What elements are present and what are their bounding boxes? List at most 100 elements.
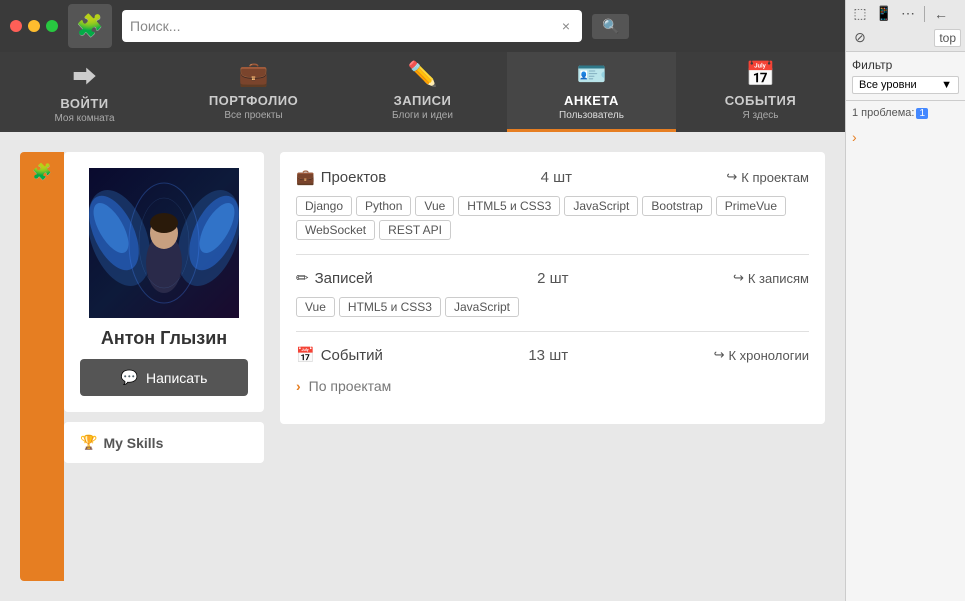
tag-restapi[interactable]: REST API — [379, 220, 451, 240]
devtools-icons: ⬚ 📱 ⋯ ← ⊘ top — [850, 4, 961, 48]
events-count: 13 шт — [528, 347, 568, 364]
skills-title: 🏆 My Skills — [80, 434, 248, 451]
devtools-filter-area: Фильтр Все уровни ▼ — [846, 52, 965, 101]
devtools-top-bar: ⬚ 📱 ⋯ ← ⊘ top — [846, 0, 965, 52]
puzzle-icon: 🧩 — [76, 13, 103, 39]
tag-javascript[interactable]: JavaScript — [564, 196, 638, 216]
devtools-mobile-icon[interactable]: 📱 — [874, 4, 894, 24]
left-panel: Антон Глызин 💬 Написать 🏆 My Skills — [64, 152, 264, 463]
devtools-stop-icon[interactable]: ⊘ — [850, 28, 870, 48]
projects-link-icon: ↪ — [726, 169, 737, 185]
records-icon: ✏️ — [408, 60, 438, 89]
tag-django[interactable]: Django — [296, 196, 352, 216]
write-btn-label: Написать — [146, 370, 207, 386]
tag-records-html5css3[interactable]: HTML5 и CSS3 — [339, 297, 441, 317]
search-bar: × — [122, 10, 582, 42]
content-area: 🧩 — [0, 132, 845, 601]
tab-profile[interactable]: 🪪 АНКЕТА Пользователь — [507, 52, 676, 132]
tab-login-sub: Моя комната — [54, 113, 114, 124]
records-link[interactable]: ↪ К записям — [733, 270, 809, 286]
problems-label: 1 проблема: 1 — [852, 107, 959, 119]
info-card: 💼 Проектов 4 шт ↪ К проектам Django Py — [280, 152, 825, 424]
problems-expand[interactable]: › — [846, 125, 965, 149]
projects-icon: 💼 — [296, 168, 315, 186]
records-count: 2 шт — [537, 270, 568, 287]
tab-profile-sub: Пользователь — [559, 110, 624, 121]
tab-records-title: ЗАПИСИ — [394, 93, 452, 108]
close-button[interactable] — [10, 20, 22, 32]
events-label: Событий — [321, 347, 383, 364]
tab-events[interactable]: 📅 СОБЫТИЯ Я здесь — [676, 52, 845, 132]
projects-section: 💼 Проектов 4 шт ↪ К проектам Django Py — [296, 168, 809, 255]
filter-dropdown[interactable]: Все уровни ▼ — [852, 76, 959, 94]
tab-portfolio[interactable]: 💼 ПОРТФОЛИО Все проекты — [169, 52, 338, 132]
records-link-text: К записям — [748, 271, 809, 286]
skills-label: My Skills — [103, 435, 163, 451]
projects-label: Проектов — [321, 169, 387, 186]
filter-arrow-icon: ▼ — [941, 79, 952, 91]
problems-chevron-icon: › — [852, 129, 857, 145]
projects-link-text: К проектам — [741, 170, 809, 185]
login-icon: ⮕ — [73, 57, 97, 92]
tab-records[interactable]: ✏️ ЗАПИСИ Блоги и идеи — [338, 52, 507, 132]
search-input[interactable] — [130, 18, 562, 34]
projects-title: 💼 Проектов — [296, 168, 386, 186]
tag-records-vue[interactable]: Vue — [296, 297, 335, 317]
chevron-right-icon: › — [296, 378, 301, 394]
minimize-button[interactable] — [28, 20, 40, 32]
devtools-back-icon[interactable]: ← — [931, 4, 951, 24]
tag-vue[interactable]: Vue — [415, 196, 454, 216]
trophy-icon: 🏆 — [80, 434, 97, 451]
write-button[interactable]: 💬 Написать — [80, 359, 248, 396]
maximize-button[interactable] — [46, 20, 58, 32]
tag-primevue[interactable]: PrimeVue — [716, 196, 786, 216]
events-expand[interactable]: › По проектам — [296, 374, 809, 394]
avatar — [89, 168, 239, 318]
records-section: ✏ Записей 2 шт ↪ К записям Vue HTML5 и — [296, 269, 809, 332]
search-button[interactable]: 🔍 — [592, 14, 629, 39]
events-link[interactable]: ↪ К хронологии — [714, 347, 809, 363]
projects-header: 💼 Проектов 4 шт ↪ К проектам — [296, 168, 809, 186]
tab-login[interactable]: ⮕ ВОЙТИ Моя комната — [0, 52, 169, 132]
problems-text: 1 проблема: — [852, 107, 914, 119]
tab-portfolio-title: ПОРТФОЛИО — [209, 93, 298, 108]
devtools-panel: ⬚ 📱 ⋯ ← ⊘ top Фильтр Все уровни ▼ 1 проб… — [845, 0, 965, 601]
nav-tabs: ⮕ ВОЙТИ Моя комната 💼 ПОРТФОЛИО Все прое… — [0, 52, 845, 132]
user-name: Антон Глызин — [101, 328, 227, 349]
projects-link[interactable]: ↪ К проектам — [726, 169, 809, 185]
events-section-icon: 📅 — [296, 346, 315, 364]
tab-events-title: СОБЫТИЯ — [725, 93, 796, 108]
search-icon: 🔍 — [602, 18, 619, 34]
side-icon-bar: 🧩 — [20, 152, 64, 581]
projects-tags: Django Python Vue HTML5 и CSS3 JavaScrip… — [296, 196, 809, 240]
search-clear-icon[interactable]: × — [562, 18, 570, 34]
events-link-text: К хронологии — [728, 348, 809, 363]
records-link-icon: ↪ — [733, 270, 744, 286]
tag-html5css3[interactable]: HTML5 и CSS3 — [458, 196, 560, 216]
events-icon: 📅 — [746, 60, 776, 89]
window-controls — [10, 20, 58, 32]
records-header: ✏ Записей 2 шт ↪ К записям — [296, 269, 809, 287]
tab-profile-title: АНКЕТА — [564, 93, 619, 108]
profile-card: Антон Глызин 💬 Написать — [64, 152, 264, 412]
events-title: 📅 Событий — [296, 346, 383, 364]
portfolio-icon: 💼 — [239, 60, 269, 89]
events-section: 📅 Событий 13 шт ↪ К хронологии › По пр — [296, 346, 809, 408]
logo: 🧩 — [68, 4, 112, 48]
write-icon: 💬 — [121, 369, 138, 386]
tag-bootstrap[interactable]: Bootstrap — [642, 196, 711, 216]
tab-portfolio-sub: Все проекты — [224, 110, 282, 121]
tag-websocket[interactable]: WebSocket — [296, 220, 375, 240]
records-label: Записей — [315, 270, 373, 287]
devtools-problems: 1 проблема: 1 — [846, 101, 965, 125]
devtools-more-icon[interactable]: ⋯ — [898, 4, 918, 24]
right-panel: 💼 Проектов 4 шт ↪ К проектам Django Py — [280, 152, 825, 581]
events-link-icon: ↪ — [714, 347, 725, 363]
tag-records-javascript[interactable]: JavaScript — [445, 297, 519, 317]
profile-icon: 🪪 — [577, 60, 607, 89]
devtools-cursor-icon[interactable]: ⬚ — [850, 4, 870, 24]
records-title: ✏ Записей — [296, 269, 373, 287]
skills-card: 🏆 My Skills — [64, 422, 264, 463]
problems-badge: 1 — [916, 108, 928, 119]
tag-python[interactable]: Python — [356, 196, 411, 216]
